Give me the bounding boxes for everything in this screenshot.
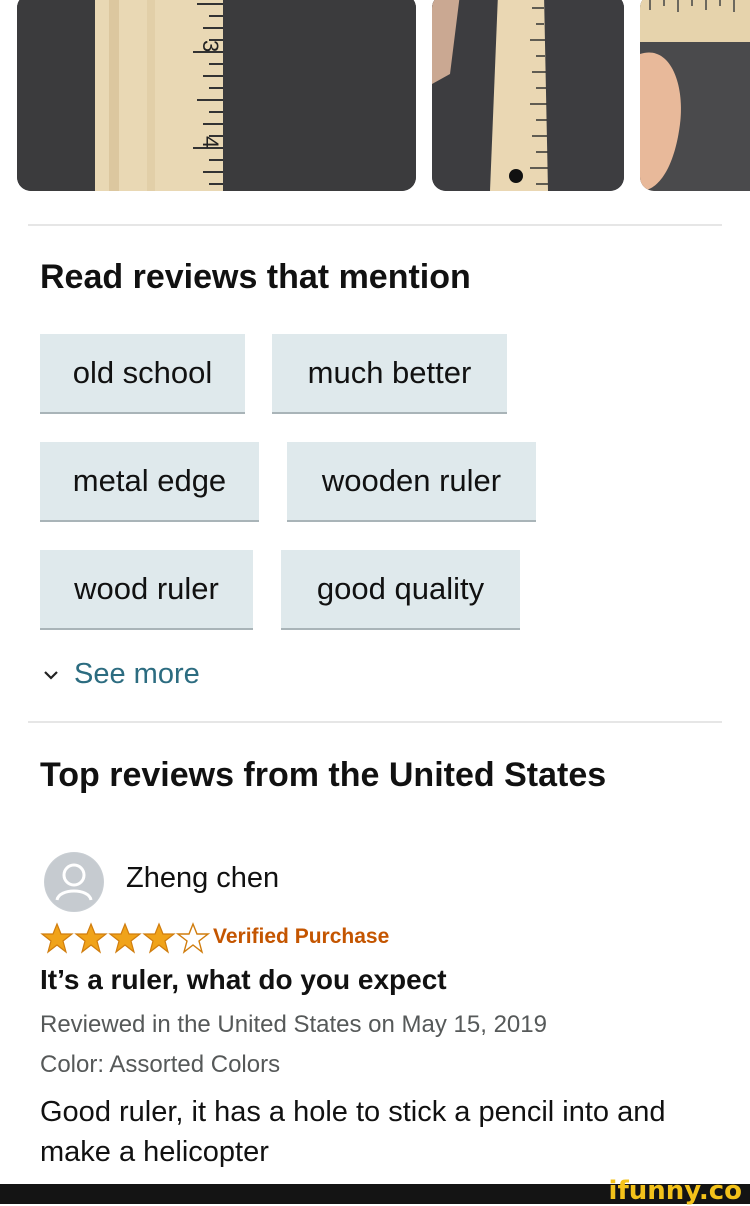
see-more-link[interactable]: See more: [40, 658, 200, 691]
review-body: Good ruler, it has a hole to stick a pen…: [40, 1096, 666, 1168]
section-divider: [28, 721, 722, 723]
product-photo-3[interactable]: [640, 0, 750, 191]
see-more-label: See more: [74, 658, 200, 690]
star-filled-icon: [74, 922, 108, 954]
mention-chip-old-school[interactable]: old school: [40, 334, 245, 414]
reviewer-name[interactable]: Zheng chen: [126, 862, 279, 895]
section-divider: [28, 224, 722, 226]
watermark-bar: ifunny.co: [0, 1176, 750, 1206]
mentions-heading: Read reviews that mention: [40, 258, 471, 296]
review-color-variant: Color: Assorted Colors: [40, 1051, 281, 1078]
product-photo-1[interactable]: 3 4: [17, 0, 416, 191]
svg-text:4: 4: [198, 136, 223, 148]
user-icon: [45, 853, 103, 911]
ifunny-watermark: ifunny.co: [608, 1176, 742, 1206]
review-date: Reviewed in the United States on May 15,…: [40, 1011, 547, 1038]
top-reviews-heading: Top reviews from the United States: [40, 756, 607, 794]
mention-chip-wooden-ruler[interactable]: wooden ruler: [287, 442, 536, 522]
mention-chip-metal-edge[interactable]: metal edge: [40, 442, 259, 522]
star-filled-icon: [142, 922, 176, 954]
verified-purchase-badge: Verified Purchase: [213, 925, 390, 948]
review-title[interactable]: It’s a ruler, what do you expect: [40, 964, 447, 996]
svg-text:3: 3: [198, 40, 223, 52]
star-filled-icon: [40, 922, 74, 954]
mention-chip-wood-ruler[interactable]: wood ruler: [40, 550, 253, 630]
mention-chip-good-quality[interactable]: good quality: [281, 550, 520, 630]
star-filled-icon: [108, 922, 142, 954]
product-photo-2[interactable]: [432, 0, 624, 191]
star-empty-icon: [176, 922, 210, 954]
star-rating[interactable]: [40, 922, 210, 954]
avatar[interactable]: [44, 852, 104, 912]
product-photos: 3 4: [0, 0, 750, 195]
mention-chip-much-better[interactable]: much better: [272, 334, 507, 414]
chevron-down-icon: [44, 670, 58, 680]
